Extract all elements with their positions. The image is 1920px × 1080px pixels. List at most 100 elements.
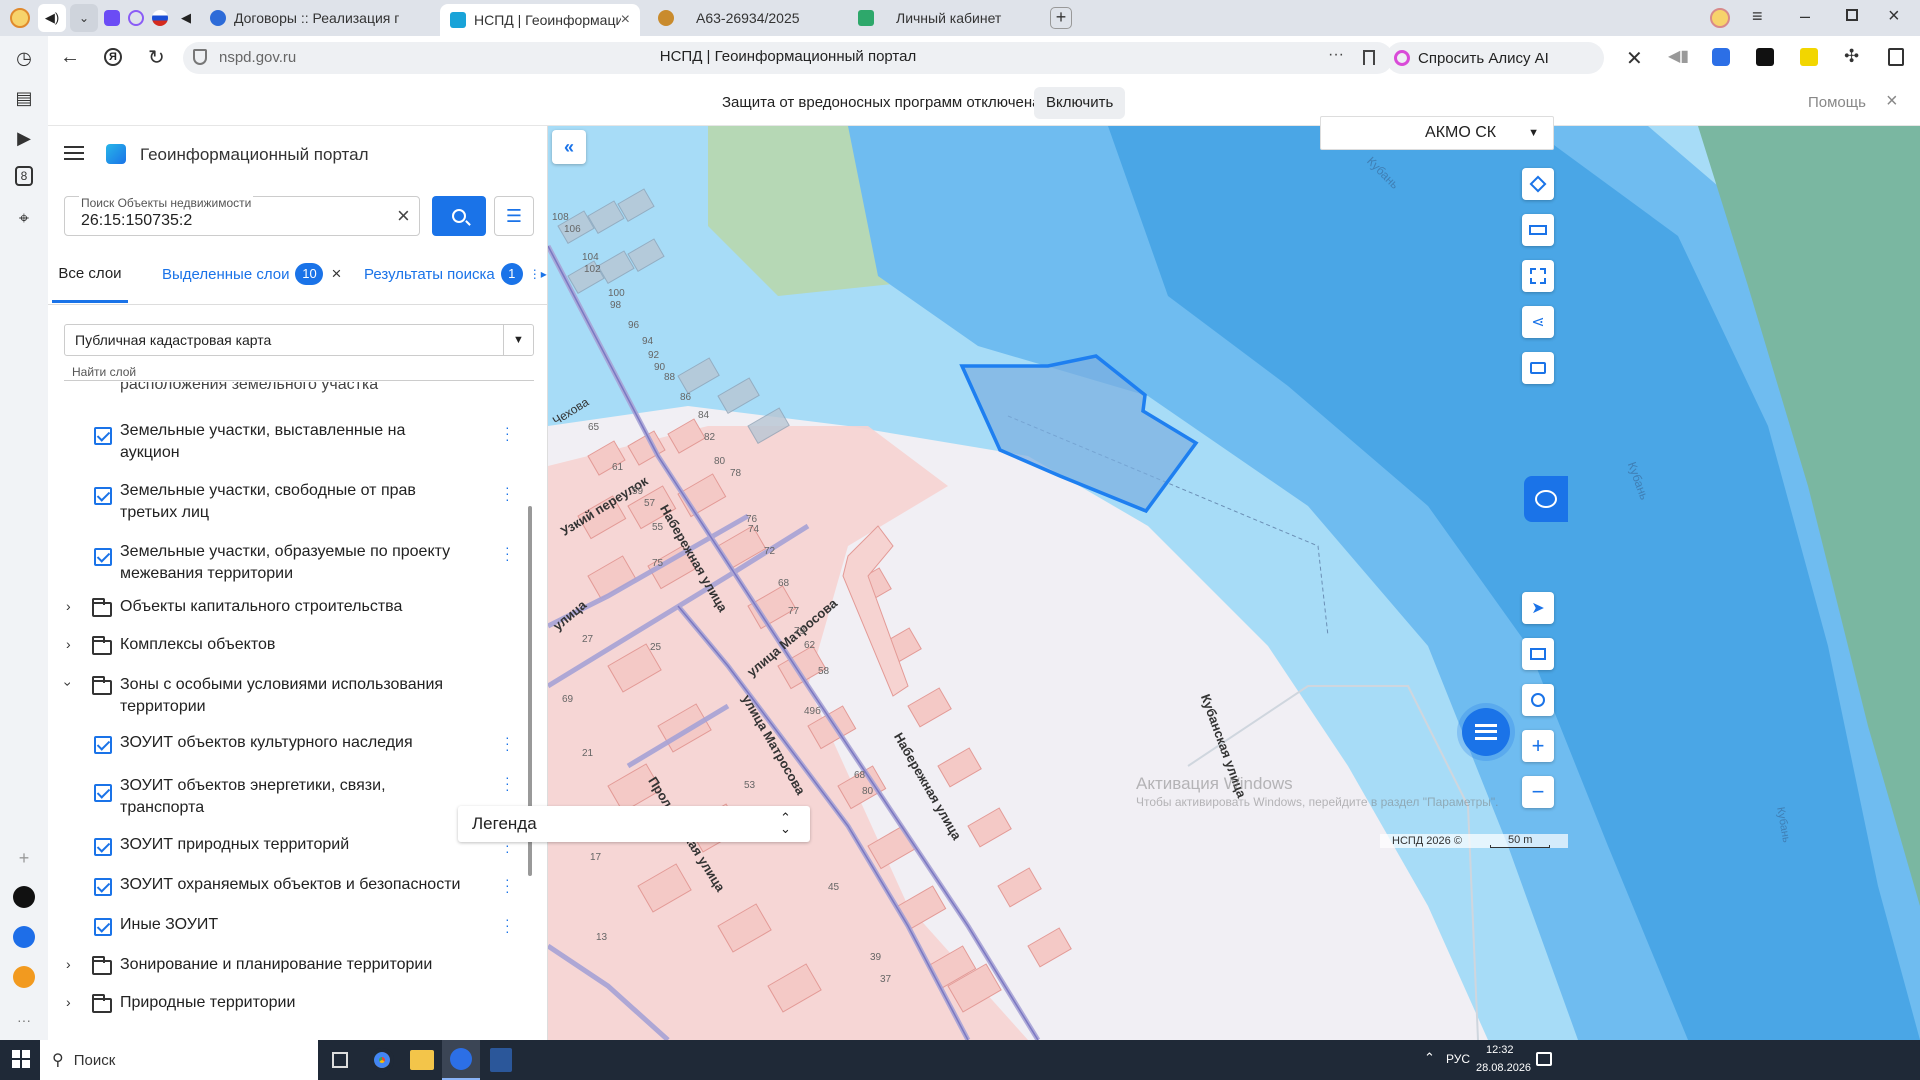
pinned-tab-mute-icon[interactable]: ◀ <box>176 8 196 28</box>
notes-icon[interactable]: ▤ <box>12 86 36 110</box>
tab-nspd[interactable]: НСПД | Геоинформацио × <box>440 4 640 36</box>
tab-all-layers[interactable]: Все слои <box>52 263 128 303</box>
layer-menu-icon[interactable]: ··· <box>505 480 510 506</box>
pinned-tab-alice-icon[interactable] <box>128 10 144 26</box>
expand-chevron-icon[interactable]: › <box>66 598 71 614</box>
layer-checkbox-survey[interactable] <box>94 548 112 566</box>
layer-checkbox-zouit-other[interactable] <box>94 918 112 936</box>
group-zouit[interactable]: Зоны с особыми условиями использования т… <box>120 674 480 718</box>
extension-audio-icon[interactable]: ◀▮ <box>1668 46 1689 66</box>
add-panel-icon[interactable]: + <box>12 846 36 870</box>
browser-menu-icon[interactable]: ≡ <box>1752 6 1763 27</box>
tray-date[interactable]: 28.08.2026 <box>1476 1062 1531 1074</box>
support-chat-tab[interactable] <box>1524 476 1568 522</box>
restore-icon[interactable] <box>1846 9 1858 21</box>
layer-menu-icon[interactable]: ··· <box>505 912 510 938</box>
hamburger-menu-icon[interactable] <box>64 146 84 160</box>
new-tab-button[interactable]: + <box>1050 7 1072 29</box>
zoom-out-button[interactable]: − <box>1522 776 1554 808</box>
browser-profile-icon[interactable] <box>10 8 30 28</box>
map-canvas[interactable]: Набережная улица Набережная улица улица … <box>548 126 1920 1040</box>
print-button[interactable] <box>1522 352 1554 384</box>
layer-menu-icon[interactable]: ··· <box>505 420 510 446</box>
app-blue-icon[interactable] <box>13 926 35 948</box>
pinned-tab-messenger-icon[interactable] <box>104 10 120 26</box>
tabs-more-icon[interactable]: ⋮▸ <box>529 267 547 281</box>
layer-menu-icon[interactable]: ··· <box>505 770 510 796</box>
taskbar-yandex-icon[interactable] <box>442 1040 480 1080</box>
tray-chevron-icon[interactable]: ⌃ <box>1424 1050 1435 1066</box>
expand-chevron-icon[interactable]: › <box>66 994 71 1010</box>
app-circle-icon[interactable] <box>13 886 35 908</box>
pinned-tab-flag-icon[interactable] <box>152 10 168 26</box>
expand-chevron-icon[interactable]: › <box>66 956 71 972</box>
clear-selected-icon[interactable]: × <box>331 264 341 284</box>
more-apps-icon[interactable]: ··· <box>12 1008 36 1032</box>
extensions-puzzle-icon[interactable]: ✣ <box>1844 46 1859 67</box>
yandex-logo-icon[interactable]: Я <box>104 48 122 66</box>
crs-select-overlay[interactable]: АКМО СК ▼ <box>1320 116 1554 150</box>
extension-x-icon[interactable]: ✕ <box>1626 46 1643 71</box>
bookmark-icon[interactable] <box>1363 50 1375 65</box>
tray-language[interactable]: РУС <box>1446 1052 1470 1066</box>
task-view-icon[interactable] <box>332 1052 348 1068</box>
video-play-icon[interactable]: ▶ <box>12 126 36 150</box>
tab-search-results[interactable]: Результаты поиска 1 ⋮▸ <box>364 263 547 285</box>
search-field[interactable]: Поиск Объекты недвижимости 26:15:150735:… <box>64 196 420 236</box>
extension-y-icon[interactable] <box>1712 48 1730 66</box>
extension-yellow-icon[interactable] <box>1800 48 1818 66</box>
filter-button[interactable]: ☰ <box>494 196 534 236</box>
target-button[interactable] <box>1522 684 1554 716</box>
taskbar-search-box[interactable]: ⚲ Поиск <box>40 1040 318 1080</box>
search-button[interactable] <box>432 196 486 236</box>
collections-icon[interactable] <box>1888 48 1904 66</box>
legend-expand-icon[interactable]: ⌃ ⌄ <box>780 811 791 835</box>
minimize-icon[interactable]: – <box>1800 6 1810 27</box>
tab-cabinet[interactable]: Личный кабинет <box>848 4 1048 32</box>
layer-checkbox-zouit-energy[interactable] <box>94 784 112 802</box>
tray-time[interactable]: 12:32 <box>1486 1044 1514 1056</box>
screenshot-icon[interactable]: ⌖ <box>12 206 36 230</box>
history-clock-icon[interactable]: ◷ <box>12 46 36 70</box>
taskbar-word-icon[interactable] <box>490 1048 512 1072</box>
zoom-in-button[interactable]: + <box>1522 730 1554 762</box>
group-zoning[interactable]: Зонирование и планирование территории <box>120 956 548 974</box>
enable-protection-button[interactable]: Включить <box>1034 87 1126 119</box>
notifications-icon[interactable] <box>1536 1052 1552 1066</box>
tab-selected-layers[interactable]: Выделенные слои 10 × <box>162 263 341 285</box>
legend-bar[interactable]: Легенда ⌃ ⌄ <box>458 806 810 842</box>
expand-chevron-icon[interactable]: › <box>66 636 71 652</box>
group-capital-construction[interactable]: Объекты капитального строительства <box>120 598 548 616</box>
measure-button[interactable] <box>1522 214 1554 246</box>
layer-checkbox-free[interactable] <box>94 487 112 505</box>
basemap-select[interactable]: Публичная кадастровая карта ▼ <box>64 324 534 356</box>
layer-menu-icon[interactable]: ··· <box>505 872 510 898</box>
tab-case[interactable]: А63-26934/2025 <box>648 4 828 32</box>
pinned-tab-audio[interactable]: ◀) <box>38 4 66 32</box>
close-window-icon[interactable]: × <box>1888 5 1900 28</box>
layer-checkbox-zouit-security[interactable] <box>94 878 112 896</box>
share-button[interactable]: ⋖ <box>1522 306 1554 338</box>
group-natural[interactable]: Природные территории <box>120 994 548 1012</box>
chat-fab-button[interactable] <box>1462 708 1510 756</box>
back-arrow-icon[interactable]: ← <box>60 46 80 69</box>
layer-checkbox-zouit-nature[interactable] <box>94 838 112 856</box>
url-field[interactable]: nspd.gov.ru НСПД | Геоинформационный пор… <box>183 42 1393 74</box>
minimap-button[interactable] <box>1522 638 1554 670</box>
layer-menu-icon[interactable]: ··· <box>505 730 510 756</box>
layer-checkbox-auction[interactable] <box>94 427 112 445</box>
extension-black-icon[interactable] <box>1756 48 1774 66</box>
taskbar-explorer-icon[interactable] <box>410 1050 434 1070</box>
select-area-button[interactable] <box>1522 260 1554 292</box>
app-orange-icon[interactable] <box>13 966 35 988</box>
collapse-chevron-icon[interactable]: › <box>60 682 76 687</box>
collapse-panel-button[interactable]: « <box>552 130 586 164</box>
calendar-icon[interactable]: 8 <box>15 166 33 186</box>
tab-list-chevron-icon[interactable]: ⌄ <box>70 4 98 32</box>
extension-avatar-icon[interactable] <box>1710 8 1730 28</box>
close-tab-icon[interactable]: × <box>621 11 630 29</box>
clear-search-icon[interactable]: × <box>397 203 410 229</box>
start-windows-icon[interactable] <box>12 1050 30 1068</box>
reload-icon[interactable]: ↻ <box>148 45 165 70</box>
layers-button[interactable] <box>1522 168 1554 200</box>
